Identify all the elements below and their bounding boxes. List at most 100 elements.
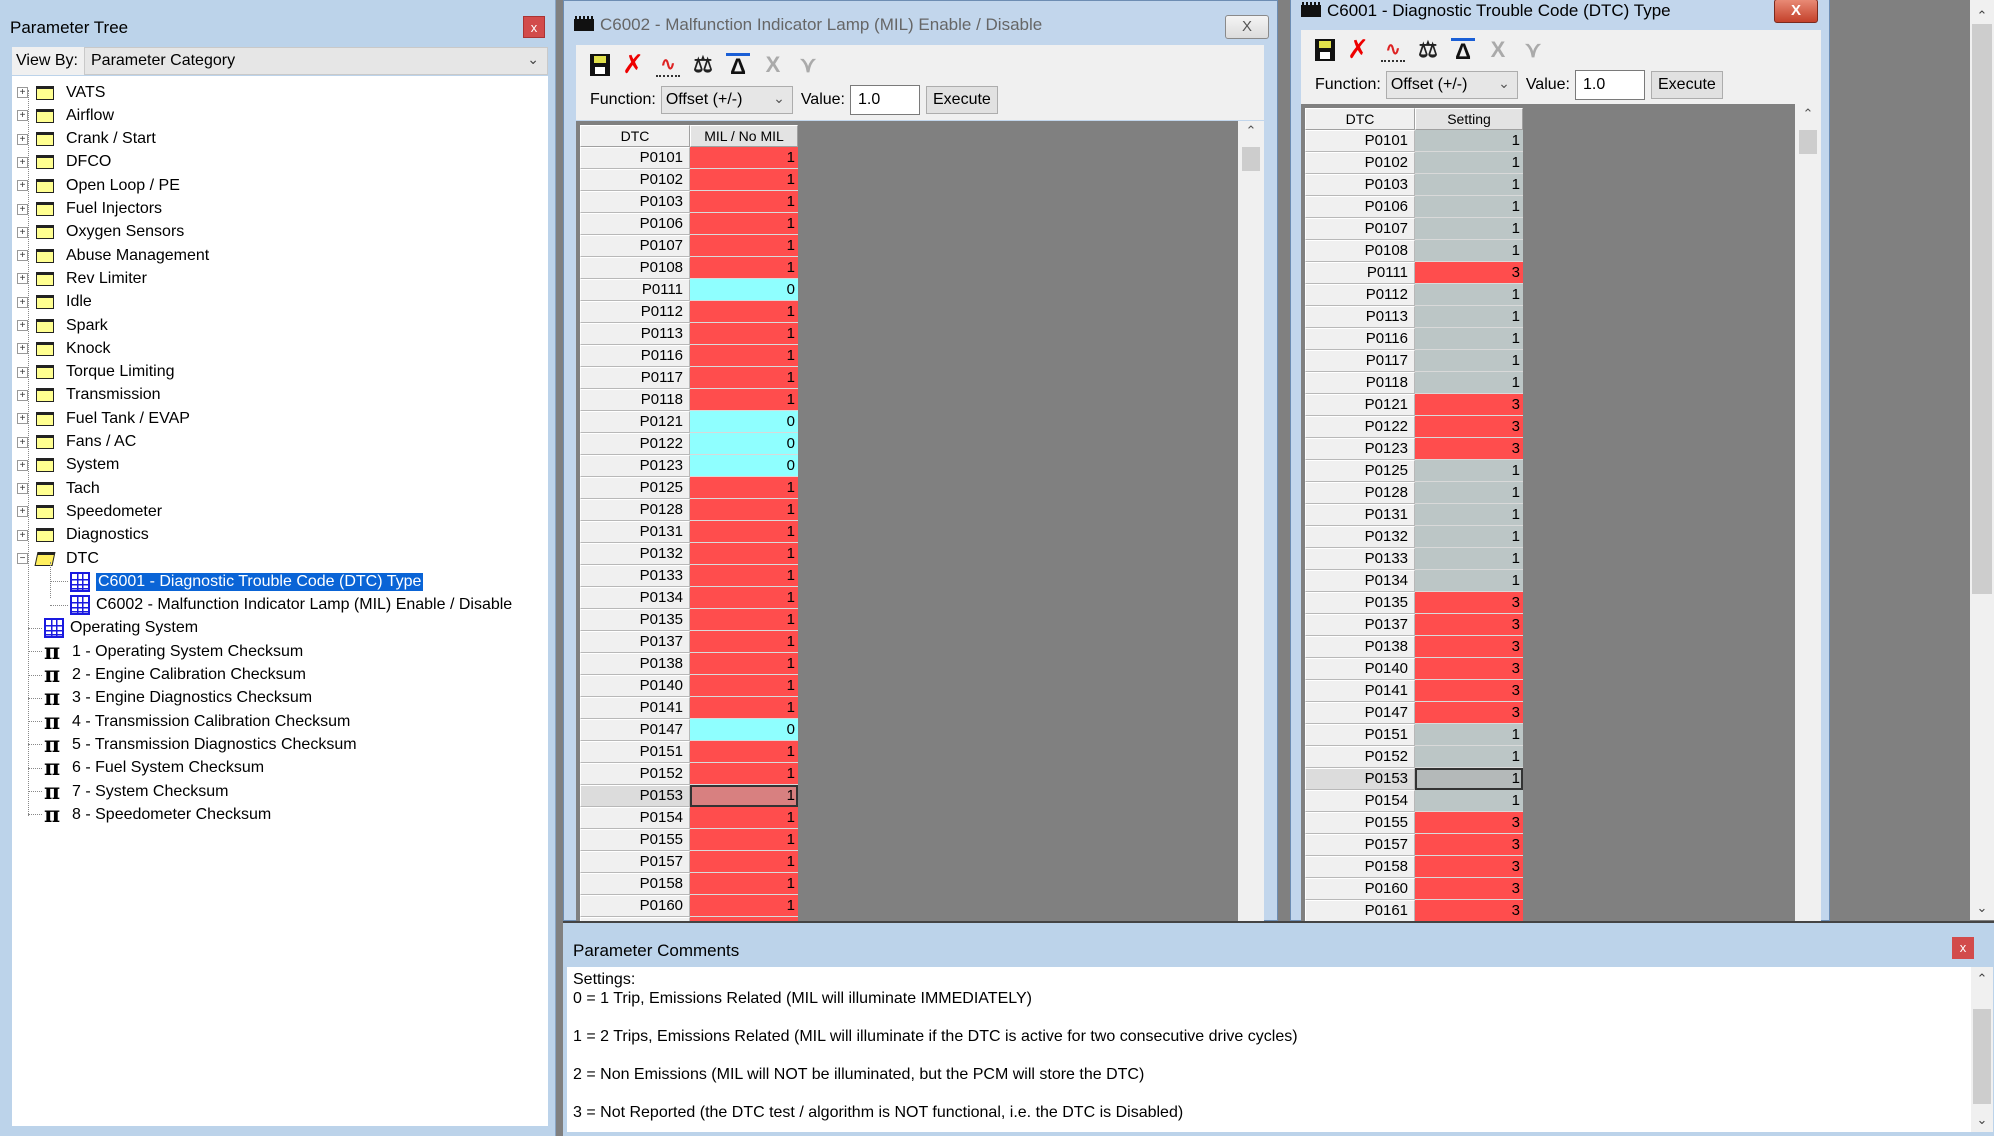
table-row[interactable]: P0133 1 xyxy=(580,565,798,587)
expand-icon[interactable]: + xyxy=(17,110,28,122)
table-row[interactable]: P0138 3 xyxy=(1305,636,1523,658)
table-row[interactable]: P0122 3 xyxy=(1305,416,1523,438)
value-cell[interactable]: 1 xyxy=(690,521,798,543)
tree-item-table[interactable]: C6002 - Malfunction Indicator Lamp (MIL)… xyxy=(70,594,512,617)
dtc-code-cell[interactable]: P0152 xyxy=(580,763,690,785)
value-cell[interactable]: 3 xyxy=(1415,636,1523,658)
dtc-code-cell[interactable]: P0108 xyxy=(1305,240,1415,262)
dtc-code-cell[interactable]: P0151 xyxy=(1305,724,1415,746)
table-row[interactable]: P0134 1 xyxy=(1305,570,1523,592)
dtc-code-cell[interactable]: P0108 xyxy=(580,257,690,279)
table-row[interactable]: P0117 1 xyxy=(1305,350,1523,372)
tree-item-category[interactable]: + Knock xyxy=(17,337,110,360)
tree-item-category[interactable]: + Spark xyxy=(17,314,108,337)
table-row[interactable]: P0133 1 xyxy=(1305,548,1523,570)
expand-icon[interactable]: + xyxy=(17,436,28,448)
expand-icon[interactable]: + xyxy=(17,413,28,425)
graph-icon[interactable]: ∿ xyxy=(1381,38,1405,62)
value-cell[interactable]: 1 xyxy=(690,807,798,829)
value-cell[interactable]: 1 xyxy=(1415,548,1523,570)
dtc-code-cell[interactable]: P0121 xyxy=(580,411,690,433)
dtc-code-cell[interactable]: P0140 xyxy=(580,675,690,697)
table-row[interactable]: P0138 1 xyxy=(580,653,798,675)
graph-icon[interactable]: ∿ xyxy=(656,53,680,77)
tree-item-dtc-folder[interactable]: − DTC xyxy=(17,547,99,570)
dtc-code-cell[interactable]: P0118 xyxy=(1305,372,1415,394)
expand-icon[interactable]: + xyxy=(17,366,28,378)
tree-item-checksum[interactable]: π 3 - Engine Diagnostics Checksum xyxy=(44,687,312,710)
vertical-scrollbar[interactable]: ⌃ xyxy=(1238,121,1264,921)
table-row[interactable]: P0151 1 xyxy=(580,741,798,763)
value-cell[interactable]: 1 xyxy=(1415,570,1523,592)
value-cell[interactable]: 1 xyxy=(1415,196,1523,218)
value-cell[interactable]: 0 xyxy=(690,433,798,455)
table-row[interactable]: P0101 1 xyxy=(1305,130,1523,152)
dtc-code-cell[interactable]: P0106 xyxy=(1305,196,1415,218)
expand-icon[interactable]: + xyxy=(17,343,28,355)
tree-item-checksum[interactable]: π 7 - System Checksum xyxy=(44,780,228,803)
value-cell[interactable]: 1 xyxy=(1415,504,1523,526)
table-row[interactable]: P0157 3 xyxy=(1305,834,1523,856)
dtc-code-cell[interactable]: P0154 xyxy=(580,807,690,829)
dtc-code-cell[interactable]: P0151 xyxy=(580,741,690,763)
expand-icon[interactable]: + xyxy=(17,320,28,331)
tree-item-operating-system[interactable]: Operating System xyxy=(44,617,198,640)
scroll-up-icon[interactable]: ⌃ xyxy=(1238,123,1264,139)
value-cell[interactable]: 0 xyxy=(690,455,798,477)
tree-item-category[interactable]: + Transmission xyxy=(17,384,161,407)
dtc-code-cell[interactable]: P0128 xyxy=(1305,482,1415,504)
table-row[interactable]: P0152 1 xyxy=(580,763,798,785)
table-row[interactable]: P0161 3 xyxy=(1305,900,1523,921)
value-cell[interactable]: 1 xyxy=(1415,790,1523,812)
table-row[interactable]: P0103 1 xyxy=(1305,174,1523,196)
dtc-code-cell[interactable]: P0157 xyxy=(1305,834,1415,856)
table-row[interactable]: P0152 1 xyxy=(1305,746,1523,768)
table-row[interactable]: P0101 1 xyxy=(580,147,798,169)
dtc-code-cell[interactable]: P0125 xyxy=(580,477,690,499)
column-header-dtc[interactable]: DTC xyxy=(580,125,690,147)
dtc-code-cell[interactable]: P0135 xyxy=(580,609,690,631)
table-row[interactable]: P0141 1 xyxy=(580,697,798,719)
value-cell[interactable]: 3 xyxy=(1415,878,1523,900)
tree-item-checksum[interactable]: π 8 - Speedometer Checksum xyxy=(44,803,271,826)
expand-icon[interactable]: + xyxy=(17,296,28,308)
dtc-code-cell[interactable]: P0123 xyxy=(580,455,690,477)
table-row[interactable]: P0112 1 xyxy=(1305,284,1523,306)
table-row[interactable]: P0123 0 xyxy=(580,455,798,477)
tree-item-category[interactable]: + Fuel Tank / EVAP xyxy=(17,407,190,430)
table-row[interactable]: P0113 1 xyxy=(580,323,798,345)
value-cell[interactable]: 1 xyxy=(690,675,798,697)
dtc-code-cell[interactable]: P0122 xyxy=(580,433,690,455)
value-cell[interactable]: 1 xyxy=(1415,152,1523,174)
table-row[interactable]: P0132 1 xyxy=(580,543,798,565)
value-cell[interactable]: 1 xyxy=(690,785,798,807)
value-cell[interactable]: 1 xyxy=(1415,372,1523,394)
value-cell[interactable]: 3 xyxy=(1415,658,1523,680)
dtc-code-cell[interactable]: P0107 xyxy=(580,235,690,257)
column-header-dtc[interactable]: DTC xyxy=(1305,108,1415,130)
dtc-code-cell[interactable]: P0118 xyxy=(580,389,690,411)
table-row[interactable]: P0121 0 xyxy=(580,411,798,433)
table-row[interactable]: P0147 0 xyxy=(580,719,798,741)
table-row[interactable]: P0121 3 xyxy=(1305,394,1523,416)
value-cell[interactable]: 3 xyxy=(1415,592,1523,614)
tree-item-category[interactable]: + Torque Limiting xyxy=(17,361,175,384)
table-row[interactable]: P0102 1 xyxy=(580,169,798,191)
scroll-thumb[interactable] xyxy=(1973,1009,1991,1104)
table-row[interactable]: P0111 3 xyxy=(1305,262,1523,284)
value-cell[interactable]: 1 xyxy=(1415,240,1523,262)
dtc-code-cell[interactable]: P0102 xyxy=(580,169,690,191)
workspace-scrollbar[interactable]: ⌃ ⌄ xyxy=(1970,0,1994,920)
value-cell[interactable]: 3 xyxy=(1415,680,1523,702)
value-cell[interactable]: 1 xyxy=(690,741,798,763)
function-select[interactable]: Offset (+/-) ⌄ xyxy=(1385,71,1518,99)
table-row[interactable]: P0107 1 xyxy=(580,235,798,257)
expand-icon[interactable]: + xyxy=(17,506,28,518)
table-row[interactable]: P0128 1 xyxy=(1305,482,1523,504)
value-cell[interactable]: 1 xyxy=(690,873,798,895)
dtc-code-cell[interactable]: P0155 xyxy=(1305,812,1415,834)
value-cell[interactable]: 1 xyxy=(690,235,798,257)
value-cell[interactable]: 1 xyxy=(690,477,798,499)
table-row[interactable]: P0141 3 xyxy=(1305,680,1523,702)
close-window-button[interactable]: X xyxy=(1774,0,1818,23)
